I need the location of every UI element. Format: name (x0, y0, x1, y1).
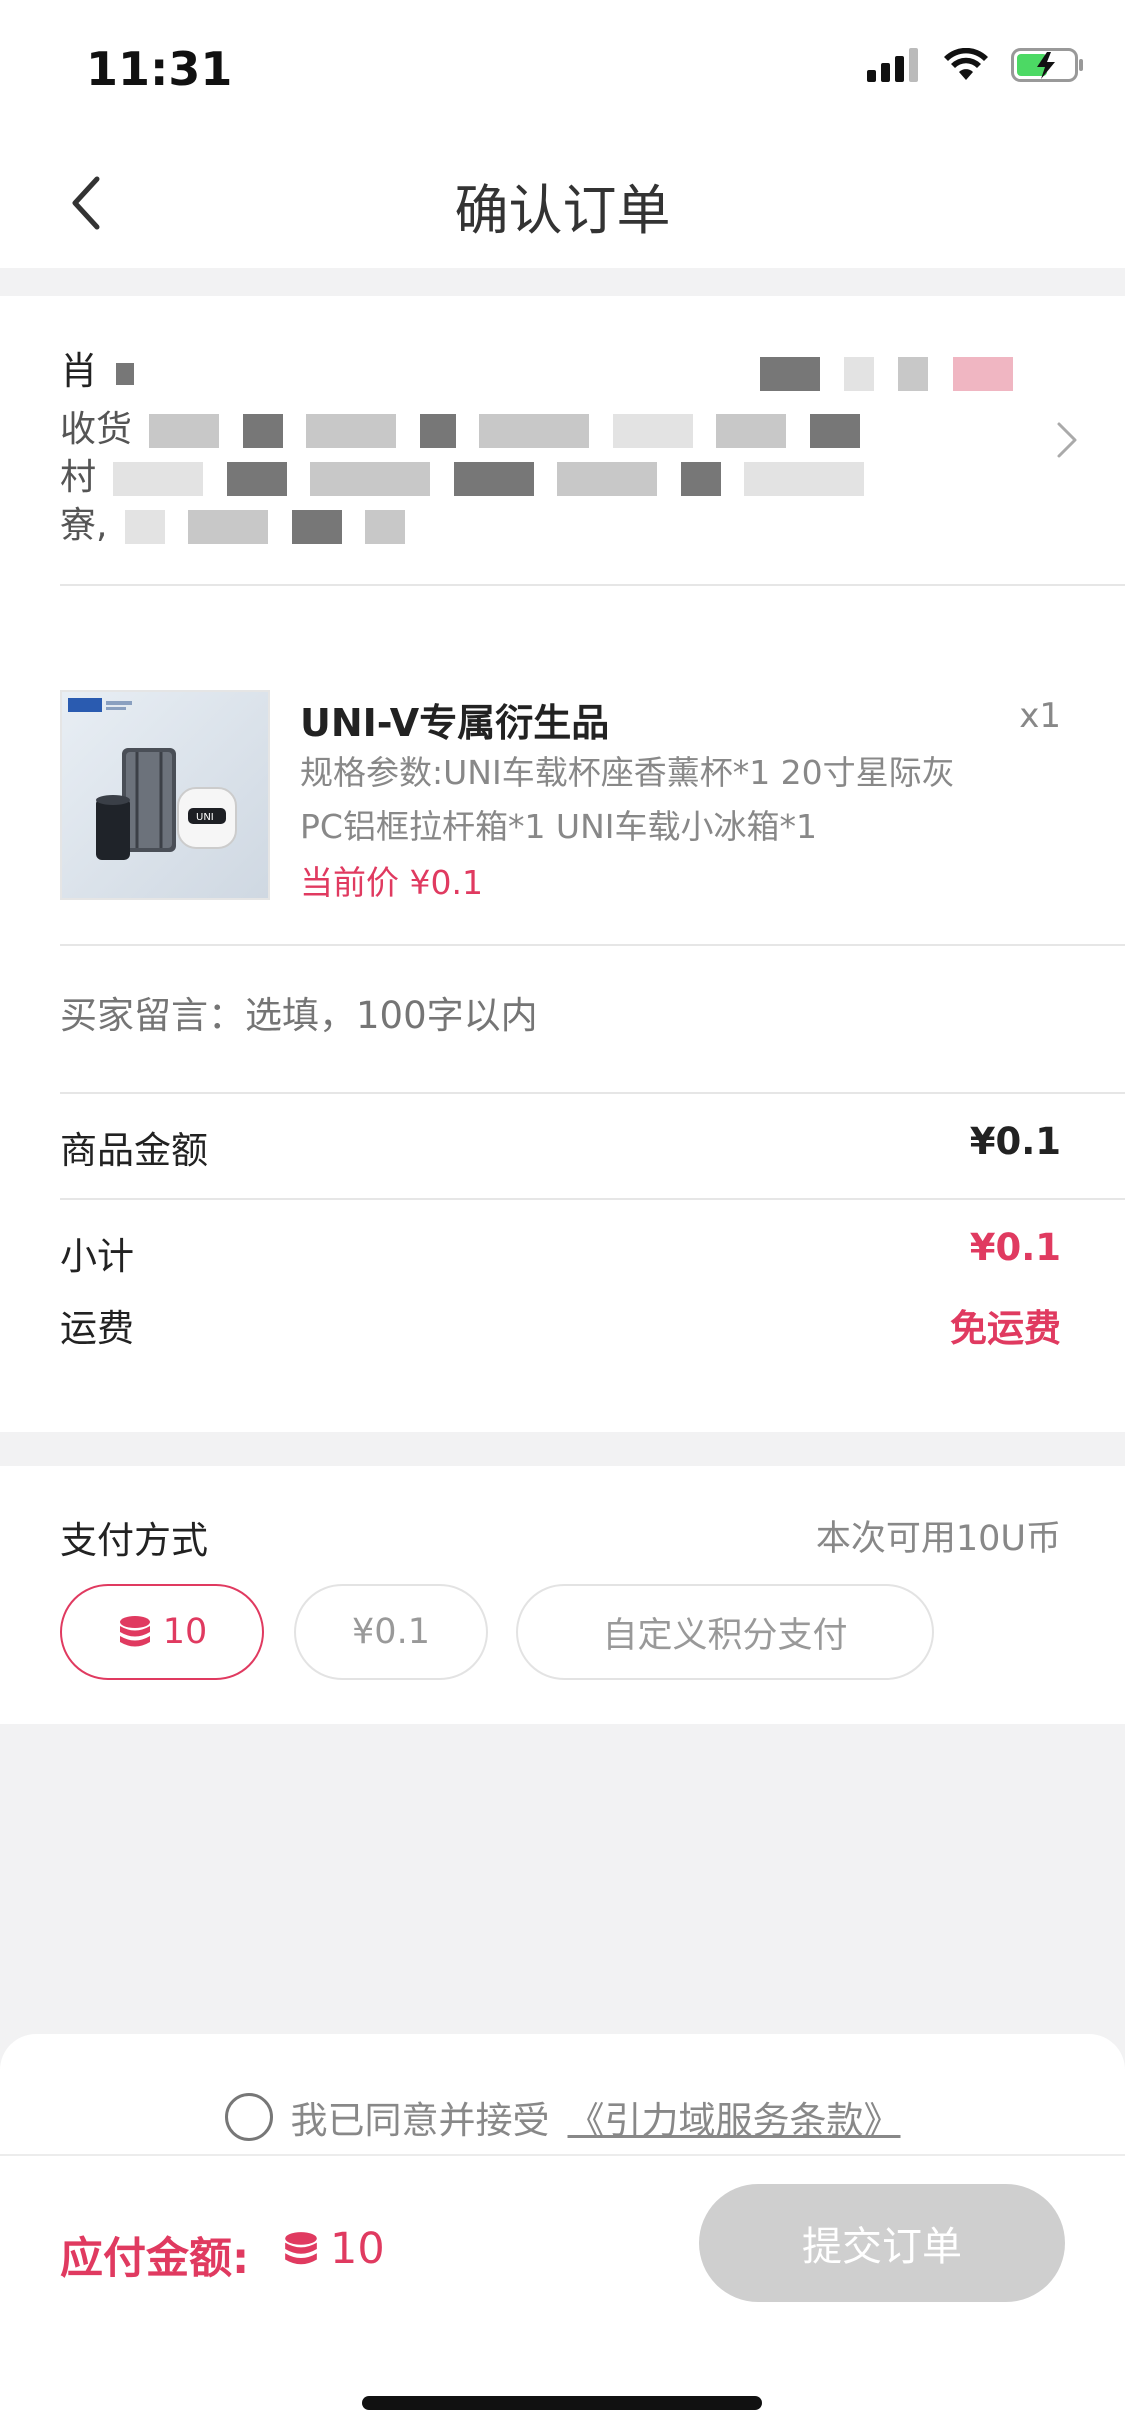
battery-charging-icon (1011, 48, 1083, 82)
blur-mask (680, 462, 721, 496)
blur-mask (242, 414, 283, 448)
nav-bar: 确认订单 (0, 140, 1125, 268)
blur-mask (716, 414, 787, 448)
blur-mask (844, 356, 875, 391)
pay-option-cash-label: ¥0.1 (352, 1612, 430, 1652)
blur-mask (124, 510, 165, 544)
pay-option-cash[interactable]: ¥0.1 (294, 1584, 488, 1680)
goods-amount-label: 商品金额 (60, 1129, 208, 1172)
payment-method-label: 支付方式 (60, 1519, 208, 1562)
blur-mask (760, 356, 821, 391)
subtotal-label: 小计 (60, 1235, 134, 1278)
bottom-sheet: 我已同意并接受 《引力域服务条款》 应付金额: 10 提交订单 (0, 2034, 1125, 2436)
blur-mask (419, 414, 456, 448)
recipient-name-char: 肖 (60, 349, 99, 393)
svg-text:UNI: UNI (196, 812, 214, 823)
total-label: 应付金额: (60, 2234, 250, 2284)
address-line3-prefix: 寮, (60, 505, 108, 546)
blur-mask (612, 414, 693, 448)
blur-mask (952, 356, 1013, 391)
address-line2-prefix: 村 (60, 457, 97, 498)
shipping-label: 运费 (60, 1307, 134, 1350)
product-quantity: x1 (1019, 696, 1061, 736)
wifi-icon (944, 48, 988, 80)
product-name: UNI-V专属衍生品 (300, 701, 610, 745)
blur-mask (310, 462, 431, 496)
terms-link[interactable]: 《引力域服务条款》 (568, 2090, 901, 2144)
shipping-value: 免运费 (950, 1307, 1061, 1350)
product-thumbnail-icon: UNI (68, 698, 237, 860)
agreement-checkbox[interactable] (224, 2093, 273, 2141)
order-detail-card: UNI UNI-V专属衍生品 x1 规格参数:UNI车载杯座香薰杯*1 20寸星… (0, 586, 1125, 1432)
pay-option-coins-label: 10 (162, 1612, 208, 1652)
divider (60, 1092, 1125, 1094)
product-price: 当前价 ¥0.1 (300, 863, 483, 902)
divider (60, 1198, 1125, 1200)
blur-mask (453, 462, 534, 496)
payment-card: 支付方式 本次可用10U币 10 ¥0.1 自定义积分支付 (0, 1466, 1125, 1724)
blur-mask (149, 414, 220, 448)
blur-mask (113, 462, 204, 496)
payment-available: 本次可用10U币 (815, 1519, 1061, 1559)
blur-mask (226, 462, 287, 496)
recipient-name: 肖 (60, 340, 1019, 395)
pay-option-custom-label: 自定义积分支付 (602, 1615, 848, 1656)
address-line1-prefix: 收货 (60, 409, 133, 450)
product-spec: 规格参数:UNI车载杯座香薰杯*1 20寸星际灰PC铝框拉杆箱*1 UNI车载小… (300, 753, 955, 846)
product-image[interactable]: UNI (60, 690, 270, 900)
home-indicator (362, 2396, 762, 2410)
agreement-row: 我已同意并接受 《引力域服务条款》 (0, 2090, 1125, 2144)
status-time: 11:31 (86, 42, 233, 96)
status-icons (867, 48, 1085, 82)
divider (0, 2154, 1125, 2156)
coin-stack-icon (119, 1616, 150, 1647)
goods-amount-value: ¥0.1 (969, 1120, 1061, 1163)
status-bar: 11:31 (0, 0, 1125, 140)
address-text: 收货 村 寮, (60, 406, 980, 550)
buyer-note-input[interactable] (60, 994, 1060, 1037)
signal-icon (867, 48, 918, 82)
pay-option-coins[interactable]: 10 (60, 1584, 264, 1680)
blur-mask (306, 414, 397, 448)
divider (60, 944, 1125, 946)
blur-mask (809, 414, 860, 448)
blur-mask (291, 510, 342, 544)
agreement-text: 我已同意并接受 (290, 2099, 550, 2142)
blur-mask (365, 510, 406, 544)
chevron-right-icon (1057, 422, 1077, 458)
blur-mask (116, 362, 135, 385)
address-chevron (1055, 420, 1079, 464)
address-card[interactable]: 肖 收货 村 寮, (0, 296, 1125, 586)
subtotal-value: ¥0.1 (969, 1226, 1061, 1269)
submit-order-button[interactable]: 提交订单 (699, 2184, 1065, 2302)
blur-mask (898, 356, 929, 391)
blur-mask (479, 414, 590, 448)
pay-option-custom-points[interactable]: 自定义积分支付 (516, 1584, 934, 1680)
page-title: 确认订单 (454, 179, 671, 242)
blur-mask (744, 462, 865, 496)
total-value: 10 (282, 2224, 385, 2274)
coin-stack-icon (285, 2232, 317, 2265)
blur-mask (188, 510, 269, 544)
total-value-text: 10 (330, 2224, 385, 2274)
blur-mask (557, 462, 658, 496)
